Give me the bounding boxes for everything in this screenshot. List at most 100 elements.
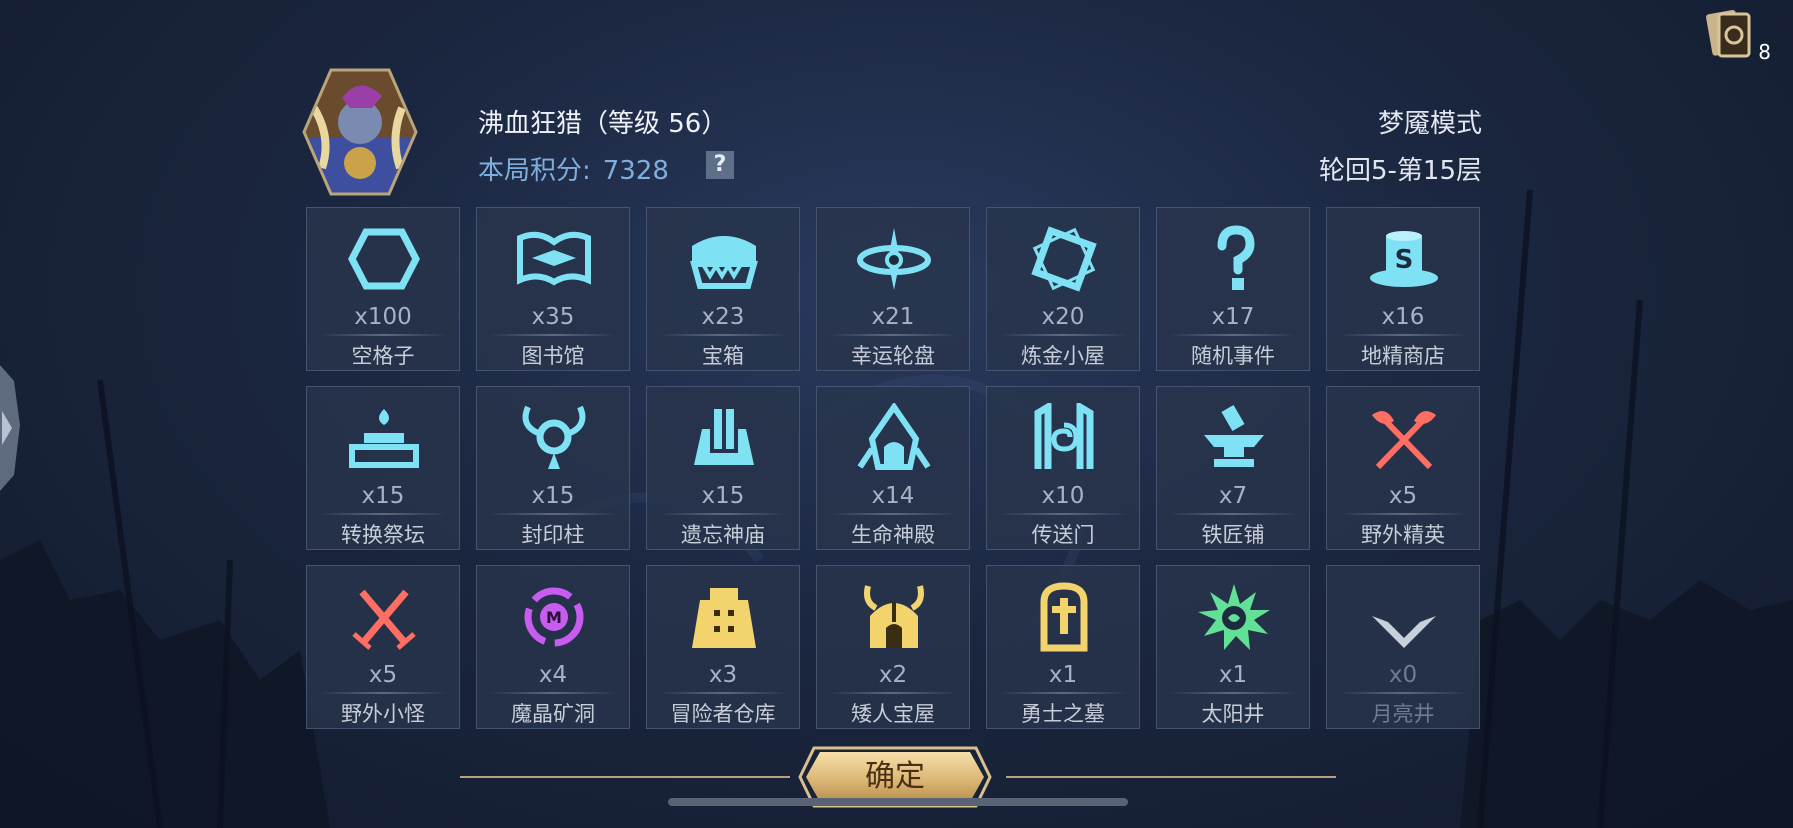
confirm-area: 确定 [460,746,1336,808]
tile-count: x1 [1048,662,1078,688]
home-indicator[interactable] [668,798,1128,806]
tile-conversion-altar[interactable]: x15 转换祭坛 [306,386,460,550]
tile-chest[interactable]: x23 宝箱 [646,207,800,371]
tile-count: x5 [1388,483,1418,509]
tile-name: 矮人宝屋 [851,702,935,726]
tile-count: x7 [1218,483,1248,509]
tile-count: x35 [531,304,575,330]
tile-name: 图书馆 [521,344,585,368]
tile-count: x1 [1218,662,1248,688]
chest-icon [690,236,758,289]
tile-name: 封印柱 [521,523,585,547]
crystal-mine-icon: M [524,587,584,647]
tile-name: 幸运轮盘 [851,344,935,368]
tile-goblin-shop[interactable]: S x16 地精商店 [1326,207,1480,371]
swords-icon [352,589,416,650]
tile-count: x10 [1041,483,1085,509]
tile-sun-well[interactable]: x1 太阳井 [1156,565,1310,729]
tile-name: 宝箱 [702,344,744,368]
tile-name: 传送门 [1031,523,1095,547]
left-ornament-line [460,776,790,778]
tile-crystal-mine[interactable]: M x4 魔晶矿洞 [476,565,630,729]
score-label: 本局积分: [478,156,591,186]
tile-name: 太阳井 [1201,702,1265,726]
player-name: 沸血狂猎（等级 56） [478,109,728,139]
tile-count: x15 [361,483,405,509]
seal-pillar-icon [522,405,586,469]
wheel-icon [857,228,931,290]
side-panel-arrow-icon[interactable] [0,365,22,491]
goblin-shop-icon: S [1370,231,1438,287]
axes-icon [1372,410,1436,470]
tile-name: 生命神殿 [851,523,935,547]
tile-moon-well[interactable]: x0 月亮井 [1326,565,1480,729]
tile-name: 野外小怪 [341,702,425,726]
tile-grid: x100 空格子 x35 图书馆 x23 宝箱 x21 幸运轮盘 x20 炼金小… [306,207,1482,730]
book-icon [517,231,591,286]
hexagon-icon [348,228,420,290]
mode-label: 梦魇模式 [1377,109,1482,139]
right-ornament-line [1006,776,1336,778]
tile-empty[interactable]: x100 空格子 [306,207,460,371]
tile-count: x23 [701,304,745,330]
tile-name: 魔晶矿洞 [511,702,595,726]
level-label: 轮回5-第15层 [1318,156,1482,186]
tile-count: x16 [1381,304,1425,330]
tile-count: x15 [701,483,745,509]
tile-field-minion[interactable]: x5 野外小怪 [306,565,460,729]
tile-forgotten-temple[interactable]: x15 遗忘神庙 [646,386,800,550]
svg-text:M: M [546,608,562,627]
tile-name: 勇士之墓 [1021,702,1105,726]
tile-lucky-wheel[interactable]: x21 幸运轮盘 [816,207,970,371]
tile-count: x100 [354,304,412,330]
tile-dwarf-treasury[interactable]: x2 矮人宝屋 [816,565,970,729]
score-help-button[interactable]: ? [706,151,734,179]
tile-random-event[interactable]: x17 随机事件 [1156,207,1310,371]
tile-count: x2 [878,662,908,688]
card-deck-icon[interactable] [1703,8,1759,64]
tile-blacksmith[interactable]: x7 铁匠铺 [1156,386,1310,550]
question-icon [1217,225,1255,290]
tile-name: 炼金小屋 [1021,344,1105,368]
temple-icon [694,409,754,465]
life-shrine-icon [857,403,931,470]
moon-well-icon [1372,586,1436,648]
player-avatar [302,68,418,196]
confirm-button[interactable]: 确定 [806,752,984,802]
warehouse-icon [692,588,756,648]
sun-well-icon [1198,584,1270,650]
dwarf-house-icon [864,585,924,648]
svg-text:S: S [1395,245,1414,275]
tile-count: x4 [538,662,568,688]
tile-count: x14 [871,483,915,509]
altar-icon [349,409,419,468]
tomb-icon [1040,582,1088,652]
tile-name: 随机事件 [1191,344,1275,368]
tile-name: 遗忘神庙 [681,523,765,547]
portal-icon [1034,403,1094,469]
tile-field-elite[interactable]: x5 野外精英 [1326,386,1480,550]
tile-adventurer-warehouse[interactable]: x3 冒险者仓库 [646,565,800,729]
tile-name: 转换祭坛 [341,523,425,547]
tile-count: x17 [1211,304,1255,330]
tile-name: 野外精英 [1361,523,1445,547]
tile-seal-pillar[interactable]: x15 封印柱 [476,386,630,550]
tile-name: 地精商店 [1361,344,1445,368]
anvil-icon [1204,404,1264,467]
tile-name: 铁匠铺 [1201,523,1265,547]
tile-count: x5 [368,662,398,688]
score-line: 本局积分: 7328 [478,150,669,187]
tile-portal[interactable]: x10 传送门 [986,386,1140,550]
tile-name: 月亮井 [1371,702,1435,726]
tile-count: x3 [708,662,738,688]
tile-library[interactable]: x35 图书馆 [476,207,630,371]
tile-warrior-tomb[interactable]: x1 勇士之墓 [986,565,1140,729]
tile-count: x20 [1041,304,1085,330]
tile-alchemy-hut[interactable]: x20 炼金小屋 [986,207,1140,371]
tile-name: 冒险者仓库 [670,702,776,726]
score-value: 7328 [602,156,669,186]
tile-count: x15 [531,483,575,509]
card-count: 8 [1758,40,1771,64]
tile-life-shrine[interactable]: x14 生命神殿 [816,386,970,550]
tile-count: x21 [871,304,915,330]
